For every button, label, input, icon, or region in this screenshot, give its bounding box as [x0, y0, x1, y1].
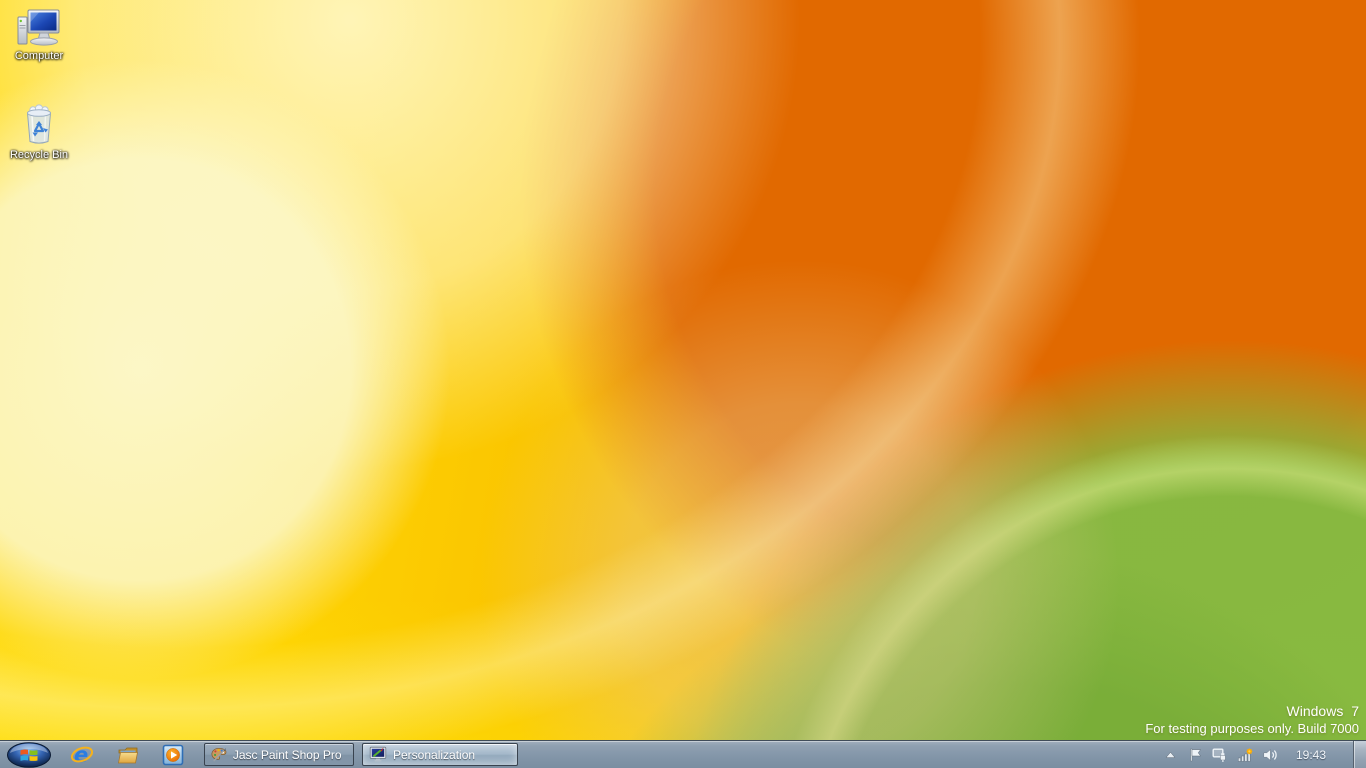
taskbar-clock[interactable]: 19:43	[1296, 748, 1326, 762]
action-center-flag-icon[interactable]	[1187, 747, 1204, 763]
internet-explorer-icon: e	[71, 744, 93, 766]
watermark-line1: Windows 7	[1145, 702, 1359, 720]
personalization-monitor-icon	[369, 746, 387, 763]
taskbar: e	[0, 740, 1366, 768]
windows-media-player-icon	[162, 744, 184, 766]
desktop-icon-computer[interactable]: Computer	[0, 6, 78, 63]
notification-area: 19:43	[1162, 741, 1353, 768]
quicklaunch-internet-explorer[interactable]: e	[71, 744, 93, 766]
paint-shop-pro-palette-icon	[211, 746, 227, 763]
watermark-line2: For testing purposes only. Build 7000	[1145, 720, 1359, 737]
wireless-signal-icon[interactable]	[1237, 747, 1254, 763]
volume-icon[interactable]	[1262, 747, 1279, 763]
build-watermark: Windows 7 For testing purposes only. Bui…	[1145, 702, 1359, 737]
desktop-icon-label: Recycle Bin	[0, 149, 78, 162]
wallpaper	[0, 0, 1366, 768]
show-hidden-icons-chevron[interactable]	[1162, 747, 1179, 763]
windows-explorer-icon	[117, 744, 139, 766]
desktop[interactable]: Computer Recycle Bin Windows 7 For testi…	[0, 0, 1366, 768]
computer-icon	[15, 6, 63, 48]
taskbar-button-jasc-paint-shop-pro[interactable]: Jasc Paint Shop Pro -...	[204, 743, 354, 766]
taskbar-button-label: Personalization	[393, 748, 475, 762]
windows-start-orb-icon	[6, 742, 52, 768]
network-plug-icon[interactable]	[1212, 747, 1229, 763]
start-button[interactable]	[6, 742, 52, 768]
desktop-icon-recycle-bin[interactable]: Recycle Bin	[0, 101, 78, 162]
taskbar-button-label: Jasc Paint Shop Pro -...	[233, 748, 344, 762]
quicklaunch-windows-explorer[interactable]	[117, 744, 139, 766]
show-desktop-button[interactable]	[1353, 741, 1366, 768]
quicklaunch-windows-media-player[interactable]	[162, 744, 184, 766]
desktop-icon-label: Computer	[0, 50, 78, 63]
taskbar-button-personalization[interactable]: Personalization	[362, 743, 518, 766]
recycle-bin-icon	[15, 101, 63, 147]
